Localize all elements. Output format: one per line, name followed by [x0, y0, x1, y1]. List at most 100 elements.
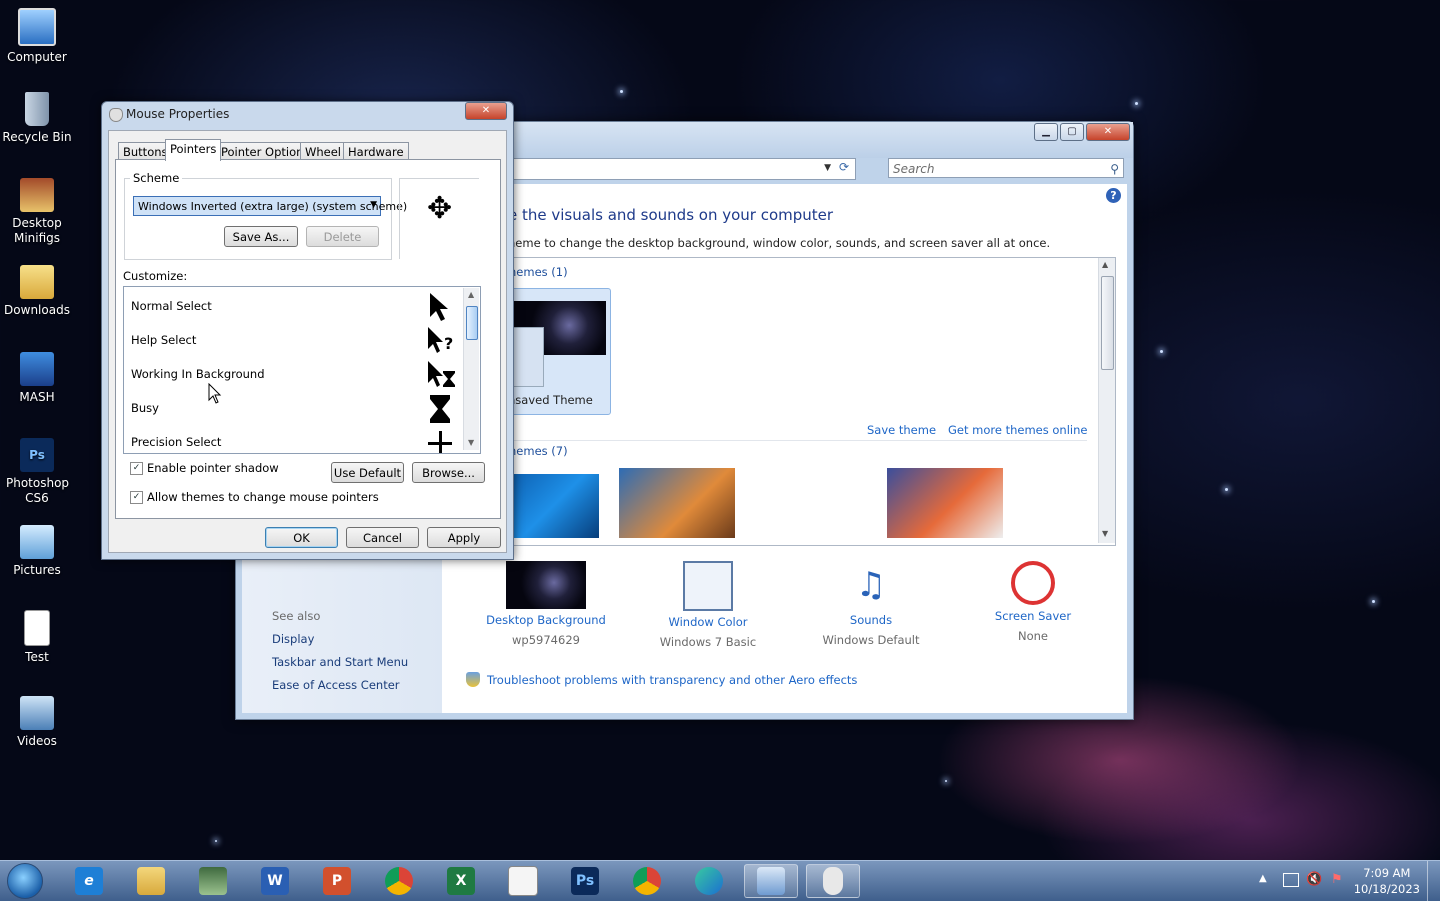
aero-themes-group-label: hemes (7): [509, 444, 568, 458]
tab-wheel[interactable]: Wheel: [300, 142, 347, 160]
desktop-icon-test[interactable]: Test: [0, 610, 74, 664]
desktop-background-setting[interactable]: Desktop Background wp5974629: [471, 561, 621, 647]
show-hidden-icons-icon[interactable]: ▲: [1259, 873, 1267, 884]
taskbar-file-explorer[interactable]: [124, 864, 178, 898]
taskbar-control-panel[interactable]: [744, 864, 798, 898]
list-item-help-select[interactable]: Help Select: [131, 333, 196, 347]
maximize-button[interactable]: ▢: [1060, 123, 1084, 141]
photoshop-icon: Ps: [20, 438, 54, 472]
desktop-icon-recycle-bin[interactable]: Recycle Bin: [0, 92, 74, 144]
scroll-up-icon[interactable]: ▲: [1102, 260, 1108, 269]
desktop-icon-photoshop[interactable]: Ps Photoshop CS6: [0, 438, 74, 506]
desktop-icon-desktop-minifigs[interactable]: Desktop Minifigs: [0, 178, 74, 246]
ease-of-access-link[interactable]: Ease of Access Center: [272, 678, 400, 692]
computer-icon: [18, 8, 56, 46]
taskbar-chrome-2[interactable]: [620, 864, 674, 898]
svg-text:?: ?: [444, 334, 453, 353]
mouse-icon: [823, 867, 843, 895]
taskbar-word[interactable]: W: [248, 864, 302, 898]
start-button[interactable]: [0, 863, 50, 899]
browse-button[interactable]: Browse...: [412, 462, 485, 483]
see-also-label: See also: [272, 609, 321, 623]
action-center-icon[interactable]: ⚑: [1331, 872, 1343, 887]
tab-hardware[interactable]: Hardware: [343, 142, 409, 160]
mouse-icon: [109, 108, 123, 122]
mash-shortcut-icon: [20, 352, 54, 386]
show-desktop-button[interactable]: [1427, 861, 1440, 901]
word-icon: W: [261, 867, 289, 895]
delete-button[interactable]: Delete: [306, 226, 379, 247]
address-dropdown-icon[interactable]: ▼: [824, 163, 831, 173]
scroll-down-icon[interactable]: ▼: [468, 438, 474, 447]
list-item-normal-select[interactable]: Normal Select: [131, 299, 212, 313]
docx-file-icon: [24, 610, 50, 646]
network-icon[interactable]: [1283, 873, 1299, 887]
list-item-working-in-background[interactable]: Working In Background: [131, 367, 265, 381]
windows7-theme-thumbnail[interactable]: [507, 474, 599, 538]
screen-saver-setting[interactable]: Screen Saver None: [958, 561, 1108, 643]
taskbar-edge[interactable]: [682, 864, 736, 898]
taskbar-start-menu-link[interactable]: Taskbar and Start Menu: [272, 655, 408, 669]
display-link[interactable]: Display: [272, 632, 314, 646]
volume-muted-icon[interactable]: 🔇: [1306, 872, 1322, 887]
refresh-icon[interactable]: ⟳: [835, 160, 853, 176]
desktop-icon-mash[interactable]: MASH: [0, 352, 74, 404]
search-icon[interactable]: ⚲: [1110, 159, 1119, 179]
scroll-thumb[interactable]: [466, 306, 478, 340]
shield-icon: [466, 672, 480, 687]
close-button[interactable]: ✕: [1086, 123, 1130, 141]
list-item-busy[interactable]: Busy: [131, 401, 159, 415]
sounds-setting[interactable]: ♫ Sounds Windows Default: [796, 561, 946, 647]
taskbar-internet-explorer[interactable]: e: [62, 864, 116, 898]
themes-scrollbar[interactable]: ▲ ▼: [1098, 258, 1115, 543]
tab-pointers[interactable]: Pointers: [165, 139, 222, 161]
landscapes-theme-thumbnail[interactable]: [887, 468, 1003, 538]
scroll-thumb[interactable]: [1101, 276, 1114, 370]
desktop-icon-pictures[interactable]: Pictures: [0, 525, 74, 577]
get-more-themes-link[interactable]: Get more themes online: [948, 423, 1087, 437]
window-color-setting[interactable]: Window Color Windows 7 Basic: [633, 561, 783, 649]
taskbar-powerpoint[interactable]: P: [310, 864, 364, 898]
allow-themes-checkbox[interactable]: ✓: [130, 491, 143, 504]
list-item-precision-select[interactable]: Precision Select: [131, 435, 221, 449]
use-default-button[interactable]: Use Default: [331, 462, 404, 483]
taskbar-photoshop[interactable]: Ps: [558, 864, 612, 898]
desktop-icon-videos[interactable]: Videos: [0, 696, 74, 748]
windows-logo-icon: [7, 863, 43, 899]
desktop-icon-label: MASH: [19, 390, 55, 404]
excel-icon: X: [447, 867, 475, 895]
taskbar-mouse-properties[interactable]: [806, 864, 860, 898]
scheme-dropdown[interactable]: Windows Inverted (extra large) (system s…: [133, 196, 407, 216]
taskbar-excel[interactable]: X: [434, 864, 488, 898]
unsaved-theme-item[interactable]: nsaved Theme: [507, 288, 611, 415]
minimize-button[interactable]: ▁: [1034, 123, 1058, 141]
save-theme-link[interactable]: Save theme: [867, 423, 936, 437]
dialog-close-button[interactable]: ✕: [465, 102, 507, 120]
scroll-up-icon[interactable]: ▲: [468, 290, 474, 299]
enable-shadow-label: Enable pointer shadow: [147, 461, 279, 475]
help-icon[interactable]: ?: [1106, 188, 1121, 203]
desktop-icon-computer[interactable]: Computer: [0, 8, 74, 64]
save-as-button[interactable]: Save As...: [224, 226, 298, 247]
troubleshoot-link[interactable]: Troubleshoot problems with transparency …: [487, 673, 857, 687]
cursor-list-scrollbar[interactable]: ▲ ▼: [463, 288, 479, 450]
desktop-icon-downloads[interactable]: Downloads: [0, 265, 74, 317]
taskbar-app-green[interactable]: [186, 864, 240, 898]
notepad-icon: [508, 866, 538, 896]
taskbar-chrome[interactable]: [372, 864, 426, 898]
clock[interactable]: 7:09 AM 10/18/2023: [1354, 865, 1420, 897]
enable-shadow-checkbox[interactable]: ✓: [130, 462, 143, 475]
characters-theme-thumbnail[interactable]: [753, 468, 869, 538]
pictures-icon: [20, 525, 54, 559]
ok-button[interactable]: OK: [265, 527, 338, 548]
mouse-pointer-icon: [208, 383, 222, 404]
search-input[interactable]: Search ⚲: [888, 158, 1124, 178]
chrome-icon: [385, 867, 413, 895]
taskbar-notepad[interactable]: [496, 864, 550, 898]
architecture-theme-thumbnail[interactable]: [619, 468, 735, 538]
scroll-down-icon[interactable]: ▼: [1102, 529, 1108, 538]
cursor-list[interactable]: Normal Select Help Select ? Working In B…: [123, 286, 481, 454]
cancel-button[interactable]: Cancel: [346, 527, 419, 548]
monitor-app-icon: [199, 867, 227, 895]
apply-button[interactable]: Apply: [427, 527, 501, 548]
